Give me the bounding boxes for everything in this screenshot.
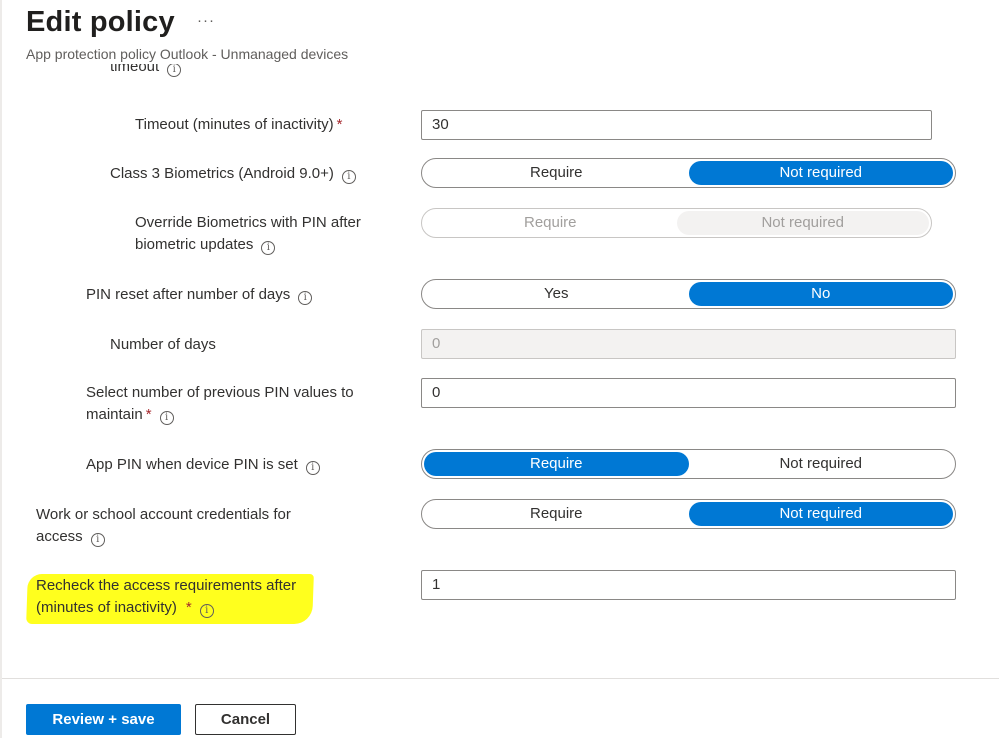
info-icon[interactable]: i bbox=[90, 533, 105, 547]
cancel-button[interactable]: Cancel bbox=[195, 704, 296, 735]
info-icon[interactable]: i bbox=[261, 241, 276, 255]
page-subtitle: App protection policy Outlook - Unmanage… bbox=[26, 46, 349, 62]
required-marker: * bbox=[145, 406, 152, 423]
timeout-label: Timeout (minutes of inactivity) * bbox=[135, 114, 343, 136]
work-credentials-label-line1: Work or school account credentials for bbox=[36, 506, 291, 523]
class3-biometrics-toggle[interactable]: Require Not required bbox=[421, 158, 956, 188]
previous-pin-values-label-line1: Select number of previous PIN values to bbox=[86, 384, 354, 401]
recheck-access-label: Recheck the access requirements after (m… bbox=[36, 575, 296, 619]
clipped-label-text: timeout bbox=[110, 64, 160, 75]
app-pin-toggle[interactable]: Require Not required bbox=[421, 449, 956, 479]
review-save-button[interactable]: Review + save bbox=[26, 704, 181, 735]
timeout-label-text: Timeout (minutes of inactivity) bbox=[135, 116, 334, 133]
override-biometrics-label: Override Biometrics with PIN after biome… bbox=[135, 212, 361, 256]
page-title: Edit policy bbox=[26, 6, 175, 38]
pin-reset-yes-option[interactable]: Yes bbox=[424, 282, 689, 306]
number-of-days-input: 0 bbox=[421, 329, 956, 359]
override-biometrics-require-option: Require bbox=[523, 214, 577, 231]
recheck-access-label-line2: (minutes of inactivity) bbox=[36, 599, 177, 616]
info-icon[interactable]: i bbox=[305, 461, 320, 475]
number-of-days-label: Number of days bbox=[110, 336, 216, 353]
required-marker: * bbox=[336, 116, 343, 133]
previous-pin-values-label-line2: maintain bbox=[86, 406, 143, 423]
panel-left-border bbox=[0, 0, 2, 738]
required-marker: * bbox=[185, 599, 192, 616]
override-biometrics-toggle: Require Not required bbox=[421, 208, 932, 238]
previous-pin-values-label: Select number of previous PIN values to … bbox=[86, 382, 354, 426]
class3-biometrics-not-required-option[interactable]: Not required bbox=[688, 161, 953, 185]
pin-reset-label-text: PIN reset after number of days bbox=[86, 286, 291, 303]
work-credentials-label: Work or school account credentials for a… bbox=[36, 504, 291, 548]
app-pin-label: App PIN when device PIN is set i bbox=[86, 454, 320, 476]
override-biometrics-label-line2: biometric updates bbox=[135, 236, 254, 253]
work-credentials-toggle[interactable]: Require Not required bbox=[421, 499, 956, 529]
pin-reset-toggle[interactable]: Yes No bbox=[421, 279, 956, 309]
override-biometrics-label-line1: Override Biometrics with PIN after bbox=[135, 214, 361, 231]
recheck-access-input[interactable]: 1 bbox=[421, 570, 956, 600]
clipped-timeout-label: timeout i bbox=[110, 64, 182, 82]
app-pin-label-text: App PIN when device PIN is set bbox=[86, 456, 298, 473]
timeout-input[interactable]: 30 bbox=[421, 110, 932, 140]
info-icon[interactable]: i bbox=[199, 604, 214, 618]
info-icon[interactable]: i bbox=[159, 411, 174, 425]
recheck-access-label-line1: Recheck the access requirements after bbox=[36, 577, 297, 594]
work-credentials-require-option[interactable]: Require bbox=[424, 502, 689, 526]
work-credentials-label-line2: access bbox=[36, 528, 83, 545]
info-icon[interactable]: i bbox=[298, 291, 313, 305]
pin-reset-no-option[interactable]: No bbox=[688, 282, 953, 306]
pin-reset-label: PIN reset after number of days i bbox=[86, 284, 313, 306]
work-credentials-not-required-option[interactable]: Not required bbox=[688, 502, 953, 526]
class3-biometrics-label-text: Class 3 Biometrics (Android 9.0+) bbox=[110, 165, 334, 182]
previous-pin-values-input[interactable]: 0 bbox=[421, 378, 956, 408]
override-biometrics-not-required-option: Not required bbox=[676, 211, 929, 235]
app-pin-require-option[interactable]: Require bbox=[424, 452, 689, 476]
class3-biometrics-require-option[interactable]: Require bbox=[424, 161, 689, 185]
class3-biometrics-label: Class 3 Biometrics (Android 9.0+) i bbox=[110, 163, 356, 185]
app-pin-not-required-option[interactable]: Not required bbox=[689, 452, 954, 476]
footer-divider bbox=[2, 678, 999, 679]
info-icon[interactable]: i bbox=[341, 170, 356, 184]
info-icon[interactable]: i bbox=[167, 64, 182, 77]
more-options-button[interactable]: ··· bbox=[197, 12, 215, 29]
